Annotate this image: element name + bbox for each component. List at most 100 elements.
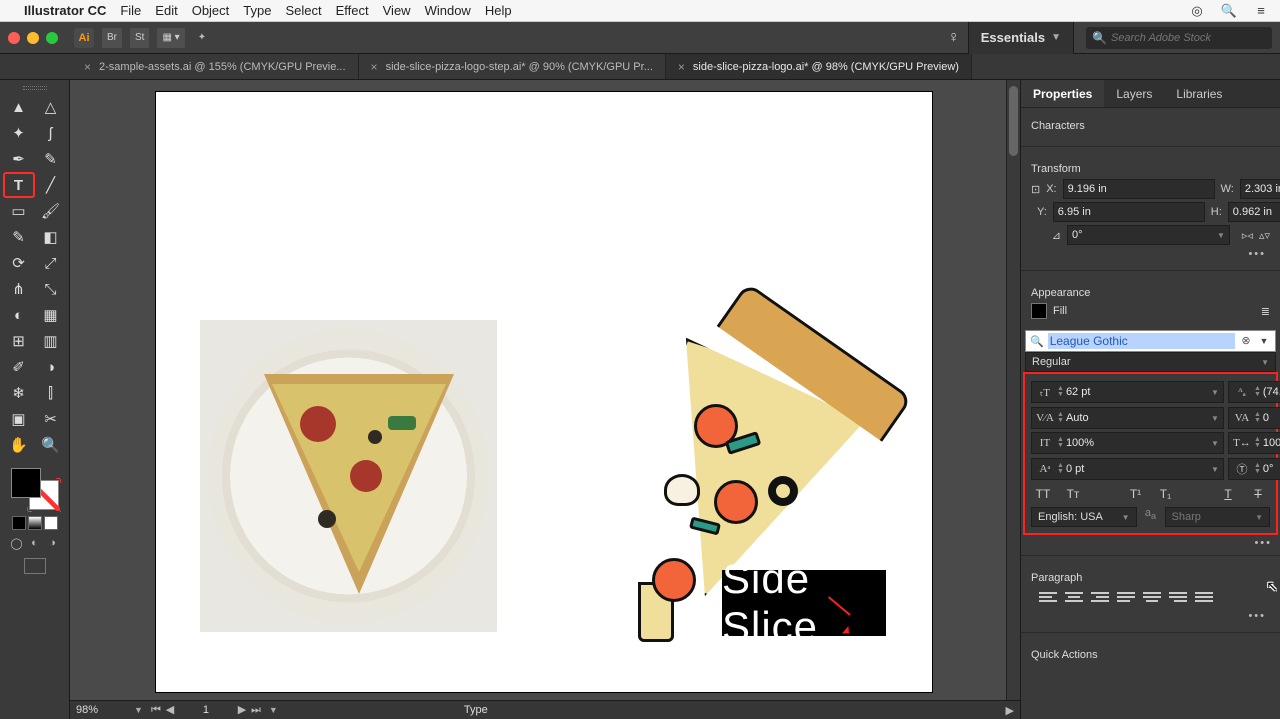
character-panel-toggle-icon[interactable]: ≣ [1261, 305, 1270, 318]
pizza-photo[interactable] [200, 320, 497, 632]
doc-tab[interactable]: × side-slice-pizza-logo.ai* @ 98% (CMYK/… [666, 54, 972, 79]
vertical-scale-field[interactable]: IT▲▼▼ [1031, 432, 1224, 454]
tab-libraries[interactable]: Libraries [1164, 80, 1234, 107]
menu-select[interactable]: Select [285, 3, 321, 18]
cc-tray-icon[interactable]: ◎ [1188, 3, 1206, 19]
selection-tool[interactable]: ▲ [3, 94, 35, 120]
none-mode[interactable] [44, 516, 58, 530]
eraser-tool[interactable]: ◧ [35, 224, 67, 250]
artboard[interactable]: Side Slice [156, 92, 932, 692]
eyedropper-tool[interactable]: ✐ [3, 354, 35, 380]
logo-text[interactable]: Side Slice [722, 570, 886, 636]
artboard-pager[interactable]: ⏮◀ [149, 703, 177, 717]
shaper-tool[interactable]: ✎ [3, 224, 35, 250]
bridge-icon[interactable]: Br [102, 28, 122, 48]
transform-w[interactable] [1240, 179, 1280, 199]
slice-tool[interactable]: ✂ [35, 406, 67, 432]
width-tool[interactable]: ⋔ [3, 276, 35, 302]
pen-tool[interactable]: ✒ [3, 146, 35, 172]
type-tool[interactable]: T [3, 172, 35, 198]
underline-button[interactable]: T [1218, 487, 1238, 501]
artboard-number[interactable]: 1 [183, 704, 229, 716]
fill-stroke-swatches[interactable] [11, 468, 59, 510]
help-bulb-icon[interactable]: ♀ [948, 29, 960, 47]
font-size-field[interactable]: ₜT▲▼▼ [1031, 381, 1224, 403]
stock-search-input[interactable] [1111, 32, 1266, 44]
all-caps-button[interactable]: TT [1033, 487, 1053, 501]
arrange-docs-icon[interactable]: ▦ ▾ [157, 28, 184, 48]
hand-tool[interactable]: ✋ [3, 432, 35, 458]
zoom-level[interactable]: 98% [76, 704, 128, 716]
menu-effect[interactable]: Effect [336, 3, 369, 18]
menu-help[interactable]: Help [485, 3, 512, 18]
gradient-tool[interactable]: ▥ [35, 328, 67, 354]
menu-view[interactable]: View [383, 3, 411, 18]
language-select[interactable]: English: USA ▼ [1031, 507, 1137, 527]
hscroll-right[interactable]: ▶ [1006, 704, 1014, 717]
justify-left-button[interactable] [1117, 592, 1135, 606]
superscript-button[interactable]: T¹ [1126, 487, 1146, 501]
close-tab-icon[interactable]: × [84, 60, 91, 74]
gradient-mode[interactable] [28, 516, 42, 530]
align-center-button[interactable] [1065, 592, 1083, 606]
font-style-select[interactable]: Regular ▼ [1025, 352, 1276, 372]
magic-wand-tool[interactable]: ✦ [3, 120, 35, 146]
transform-x[interactable] [1063, 179, 1215, 199]
rectangle-tool[interactable]: ▭ [3, 198, 35, 224]
leading-field[interactable]: ᴬₐ▲▼▼ [1228, 381, 1280, 403]
curvature-tool[interactable]: ✎ [35, 146, 67, 172]
flip-horizontal-icon[interactable]: ▹◃ [1242, 229, 1253, 242]
align-left-button[interactable] [1039, 592, 1057, 606]
draw-normal[interactable]: ◯ [10, 536, 24, 550]
tracking-field[interactable]: VA▲▼▼ [1228, 407, 1280, 429]
zoom-window-button[interactable] [46, 32, 58, 44]
line-segment-tool[interactable]: ╱ [35, 172, 67, 198]
subscript-button[interactable]: T₁ [1156, 487, 1176, 501]
menu-object[interactable]: Object [192, 3, 230, 18]
reference-point-icon[interactable]: ⊡ [1031, 183, 1040, 196]
artboard-pager[interactable]: ▶⏭ [235, 703, 263, 717]
menu-tray-icon[interactable]: ≡ [1252, 3, 1270, 18]
stock-icon[interactable]: St [130, 28, 149, 48]
char-rotation-field[interactable]: Ⓣ▲▼▼ [1228, 458, 1280, 480]
horizontal-scale-field[interactable]: T↔▲▼▼ [1228, 432, 1280, 454]
close-tab-icon[interactable]: × [371, 60, 378, 74]
tab-layers[interactable]: Layers [1104, 80, 1164, 107]
tab-properties[interactable]: Properties [1021, 80, 1104, 107]
small-caps-button[interactable]: Tᴛ [1063, 487, 1083, 501]
transform-rotate[interactable]: ▼ [1067, 225, 1230, 245]
panel-grip[interactable] [0, 84, 69, 92]
perspective-grid-tool[interactable]: ▦ [35, 302, 67, 328]
direct-selection-tool[interactable]: △ [35, 94, 67, 120]
justify-right-button[interactable] [1169, 592, 1187, 606]
minimize-window-button[interactable] [27, 32, 39, 44]
lasso-tool[interactable]: ʃ [35, 120, 67, 146]
menu-window[interactable]: Window [425, 3, 471, 18]
vertical-scrollbar[interactable] [1006, 80, 1020, 700]
transform-h[interactable] [1228, 202, 1280, 222]
adobe-stock-search[interactable]: 🔍 [1086, 27, 1272, 49]
paintbrush-tool[interactable]: 🖌 [35, 198, 67, 224]
draw-inside[interactable]: ◑ [46, 536, 60, 550]
workspace-switcher[interactable]: Essentials ▼ [968, 22, 1074, 54]
symbol-sprayer-tool[interactable]: ❄ [3, 380, 35, 406]
more-options-icon[interactable]: ••• [1021, 535, 1280, 551]
menu-edit[interactable]: Edit [155, 3, 177, 18]
column-graph-tool[interactable]: ⫿ [35, 380, 67, 406]
canvas[interactable]: Side Slice [70, 80, 1020, 700]
draw-behind[interactable]: ◐ [28, 536, 42, 550]
kerning-field[interactable]: V⁄A▲▼▼ [1031, 407, 1224, 429]
doc-tab[interactable]: × 2-sample-assets.ai @ 155% (CMYK/GPU Pr… [72, 54, 359, 79]
justify-all-button[interactable] [1195, 592, 1213, 606]
blend-tool[interactable]: ◑ [35, 354, 67, 380]
mesh-tool[interactable]: ⊞ [3, 328, 35, 354]
close-window-button[interactable] [8, 32, 20, 44]
antialias-select[interactable]: Sharp ▼ [1165, 507, 1271, 527]
doc-tab[interactable]: × side-slice-pizza-logo-step.ai* @ 90% (… [359, 54, 666, 79]
flip-vertical-icon[interactable]: ▵▿ [1259, 229, 1270, 242]
chevron-down-icon[interactable]: ▼ [134, 705, 143, 715]
more-options-icon[interactable]: ••• [1031, 248, 1270, 260]
more-options-icon[interactable]: ••• [1031, 610, 1270, 622]
color-mode[interactable] [12, 516, 26, 530]
rotate-tool[interactable]: ⟳ [3, 250, 35, 276]
